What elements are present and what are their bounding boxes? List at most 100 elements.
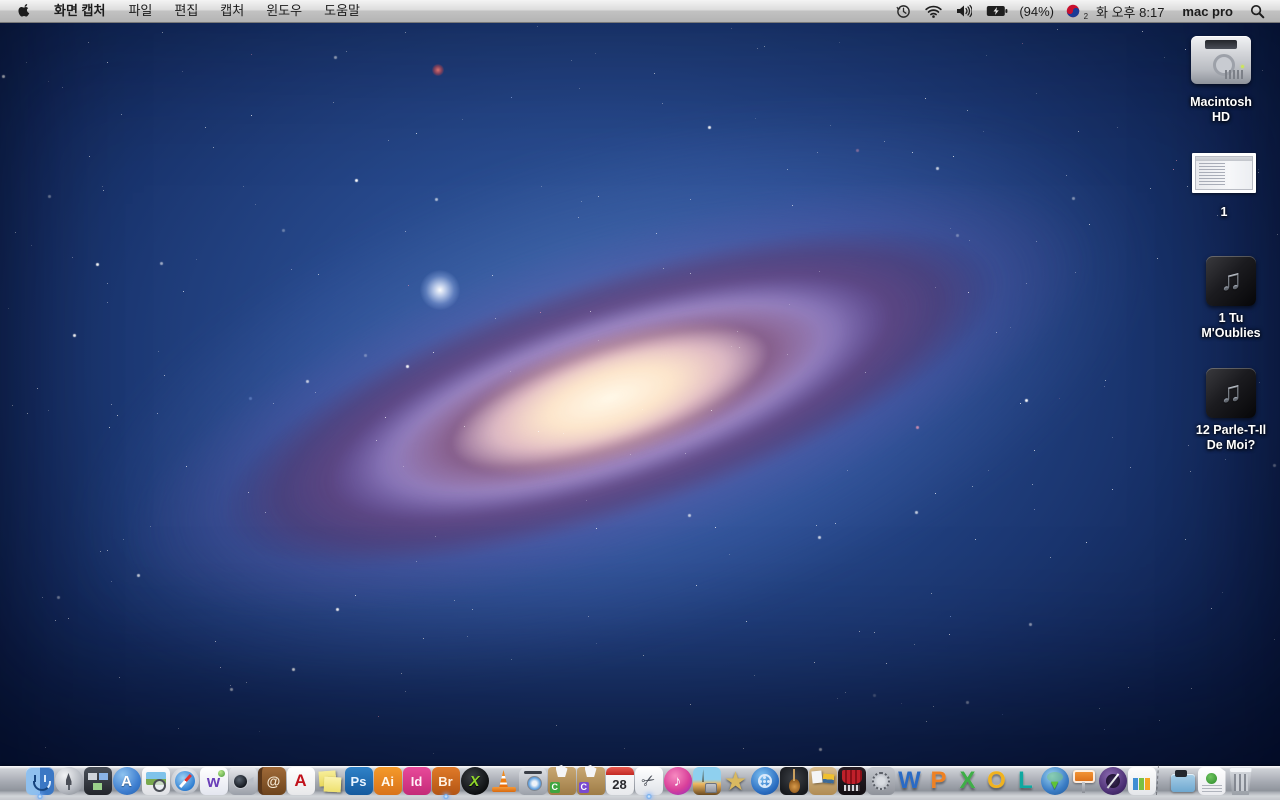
- mission-control-dock-icon[interactable]: [83, 755, 112, 795]
- battery-icon[interactable]: [983, 5, 1011, 17]
- apple-logo-icon: [18, 4, 30, 17]
- documents-stack-dock-icon[interactable]: [1168, 755, 1197, 795]
- menu-bar-clock[interactable]: 화 오후 8:17: [1092, 2, 1168, 21]
- movie-player-icon: [750, 767, 779, 795]
- imovie-glyph: ★: [723, 766, 748, 796]
- illustrator-dock-icon[interactable]: Ai: [373, 755, 402, 795]
- preview-dock-icon[interactable]: [141, 755, 170, 795]
- desktop-icon-song-1[interactable]: ♫ 1 Tu M'Oublies: [1197, 256, 1265, 341]
- desktop-icon-label: 1 Tu M'Oublies: [1201, 311, 1261, 340]
- pages-icon: [1098, 767, 1127, 795]
- ical-dock-icon[interactable]: 28: [605, 755, 634, 795]
- garageband-icon: [779, 767, 808, 795]
- preview-icon: [141, 767, 170, 795]
- lync-icon: L: [1012, 767, 1040, 795]
- app-store-glyph: A: [121, 772, 132, 790]
- music-note-glyph: ♫: [1219, 376, 1243, 409]
- desktop-icon-macintosh-hd[interactable]: Macintosh HD: [1186, 30, 1256, 125]
- numbers-dock-icon[interactable]: [1127, 755, 1156, 795]
- imovie-icon: ★: [722, 767, 750, 795]
- menu-item-window[interactable]: 윈도우: [255, 0, 313, 22]
- photoshop-dock-icon[interactable]: Ps: [344, 755, 373, 795]
- photoshop-icon: Ps: [344, 767, 373, 795]
- time-machine-icon[interactable]: [893, 4, 914, 19]
- unarchiver-purple-dock-icon[interactable]: C: [576, 755, 605, 795]
- launchpad-dock-icon[interactable]: [54, 755, 83, 795]
- powerpoint-dock-icon[interactable]: P: [924, 755, 953, 795]
- unarchiver-green-dock-icon[interactable]: C: [547, 755, 576, 795]
- dock-items: Aw @ A Ps Ai Id Br X C C 28 ✂ ♪ ★ W P X O L ▼: [0, 755, 1280, 799]
- lync-dock-icon[interactable]: L: [1011, 755, 1040, 795]
- bridge-dock-icon[interactable]: Br: [431, 755, 460, 799]
- address-book-icon: @: [257, 767, 286, 795]
- unarchiver-purple-icon: C: [576, 767, 605, 795]
- downloader-dock-icon[interactable]: ▼: [1040, 755, 1069, 795]
- powerpoint-glyph: P: [930, 767, 947, 794]
- word-web-glyph: w: [206, 772, 221, 791]
- excel-dock-icon[interactable]: X: [953, 755, 982, 795]
- ical-icon: 28: [605, 767, 634, 795]
- photo-board-dock-icon[interactable]: [808, 755, 837, 795]
- outlook-dock-icon[interactable]: O: [982, 755, 1011, 795]
- docked-file-dock-icon[interactable]: [1197, 755, 1226, 795]
- numbers-icon: [1127, 767, 1156, 795]
- trash-dock-icon[interactable]: [1226, 755, 1255, 795]
- word-web-dock-icon[interactable]: w: [199, 755, 228, 795]
- menu-item-edit[interactable]: 편집: [163, 0, 209, 22]
- garageband-dock-icon[interactable]: [779, 755, 808, 795]
- stickies-dock-icon[interactable]: [315, 755, 344, 795]
- mission-control-icon: [83, 767, 112, 795]
- menu-item-help[interactable]: 도움말: [313, 0, 371, 22]
- address-book-dock-icon[interactable]: @: [257, 755, 286, 795]
- audio-file-icon: ♫: [1206, 256, 1256, 306]
- indesign-dock-icon[interactable]: Id: [402, 755, 431, 795]
- desktop-icon-screenshot-1[interactable]: 1: [1192, 153, 1256, 220]
- desktop-icon-label: 1: [1220, 205, 1228, 219]
- address-book-glyph: @: [266, 773, 281, 789]
- gear-emblem-icon: [866, 767, 895, 795]
- photo-board-icon: [808, 767, 837, 795]
- grab-dock-icon[interactable]: ✂: [634, 755, 663, 799]
- korean-flag-icon[interactable]: 2: [1062, 3, 1088, 21]
- safari-dock-icon[interactable]: [170, 755, 199, 795]
- itunes-dock-icon[interactable]: ♪: [663, 755, 692, 795]
- iphoto-dock-icon[interactable]: [692, 755, 721, 795]
- finder-dock-icon[interactable]: [25, 755, 54, 799]
- documents-stack-icon: [1169, 767, 1197, 795]
- running-indicator: [443, 794, 448, 799]
- menu-bar-username[interactable]: mac pro: [1176, 4, 1239, 19]
- app-store-dock-icon[interactable]: A: [112, 755, 141, 795]
- xee-dock-icon[interactable]: X: [460, 755, 489, 795]
- menu-item-capture[interactable]: 캡처: [209, 0, 255, 22]
- wifi-icon[interactable]: [922, 5, 945, 18]
- word-dock-icon[interactable]: W: [895, 755, 924, 795]
- xee-glyph: X: [469, 772, 480, 790]
- launchpad-icon: [54, 767, 83, 795]
- keynote-dock-icon[interactable]: [1069, 755, 1098, 795]
- spotlight-icon[interactable]: [1247, 4, 1268, 19]
- menu-app-name[interactable]: 화면 캡처: [42, 0, 117, 22]
- imovie-dock-icon[interactable]: ★: [721, 755, 750, 795]
- facetime-dock-icon[interactable]: [228, 755, 257, 795]
- trash-icon: [1229, 767, 1252, 795]
- menu-item-file[interactable]: 파일: [117, 0, 163, 22]
- gear-emblem-dock-icon[interactable]: [866, 755, 895, 795]
- toast-dock-icon[interactable]: [518, 755, 547, 795]
- pages-dock-icon[interactable]: [1098, 755, 1127, 795]
- facetime-icon: [228, 767, 257, 795]
- excel-icon: X: [954, 767, 982, 795]
- desktop-icon-label: 12 Parle-T-Il De Moi?: [1195, 423, 1267, 452]
- adobe-reader-dock-icon[interactable]: A: [286, 755, 315, 795]
- downloader-glyph: ▼: [1048, 776, 1061, 792]
- apple-menu[interactable]: [10, 3, 42, 19]
- vlc-icon: [490, 767, 518, 795]
- safari-icon: [170, 767, 199, 795]
- theater-dock-icon[interactable]: [837, 755, 866, 795]
- vlc-dock-icon[interactable]: [489, 755, 518, 795]
- volume-icon[interactable]: [953, 4, 975, 18]
- desktop-icon-song-12[interactable]: ♫ 12 Parle-T-Il De Moi?: [1189, 368, 1273, 453]
- downloader-icon: ▼: [1040, 767, 1069, 795]
- movie-player-dock-icon[interactable]: [750, 755, 779, 795]
- music-note-glyph: ♫: [1219, 264, 1243, 297]
- iphoto-icon: [692, 767, 721, 795]
